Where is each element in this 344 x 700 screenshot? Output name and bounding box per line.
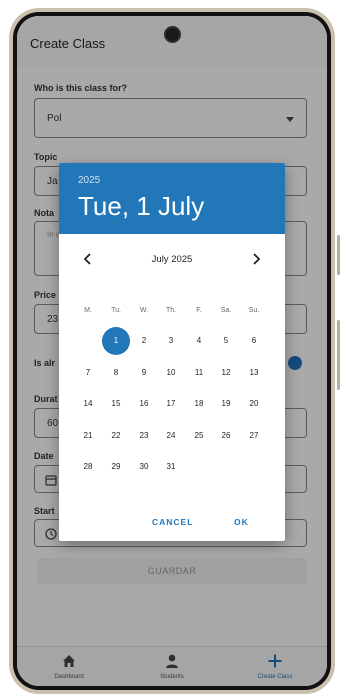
calendar-day-label: 2: [141, 336, 147, 345]
calendar-day-label: 21: [83, 430, 93, 440]
calendar-day[interactable]: 6: [240, 327, 268, 355]
calendar-day[interactable]: 29: [102, 453, 130, 481]
cancel-button[interactable]: CANCEL: [152, 517, 193, 527]
calendar-day-label: 3: [168, 336, 174, 345]
weekday-label: Tu.: [111, 307, 121, 314]
calendar-day[interactable]: 2: [130, 327, 158, 355]
chevron-right-icon: [253, 253, 261, 265]
calendar-day-label: 10: [166, 367, 176, 377]
calendar-day-label: 7: [85, 367, 91, 377]
calendar-day[interactable]: 4: [185, 327, 213, 355]
weekday-label: Th.: [165, 307, 177, 314]
calendar-day-label: 5: [223, 336, 229, 345]
date-picker-dialog: 2025 Tue, 1 July July 2025 M. Tu. W. Th. F. S…: [59, 163, 285, 541]
calendar-day[interactable]: 21: [74, 422, 102, 450]
calendar-day-label: 12: [221, 367, 231, 377]
calendar-day-label: 29: [111, 462, 121, 471]
month-navigation: July 2025: [59, 249, 285, 269]
calendar-day-label: 19: [221, 399, 231, 408]
calendar-day[interactable]: 16: [130, 390, 158, 418]
calendar-day[interactable]: 24: [157, 422, 185, 450]
calendar-day[interactable]: 25: [185, 422, 213, 450]
calendar-day[interactable]: 14: [74, 390, 102, 418]
calendar-day-label: 23: [139, 430, 149, 440]
calendar-day-label: 30: [139, 462, 149, 471]
calendar-day-label: 31: [166, 462, 176, 471]
calendar-day-label: 13: [249, 367, 259, 377]
calendar-day[interactable]: 30: [130, 453, 158, 481]
calendar-day[interactable]: 8: [102, 359, 130, 387]
power-button: [337, 320, 340, 390]
calendar-day-label: 6: [251, 336, 257, 345]
calendar-day-label: 4: [196, 336, 202, 345]
calendar-day-label: 27: [249, 430, 259, 440]
calendar-day-label: 22: [111, 430, 121, 440]
calendar-day[interactable]: 20: [240, 390, 268, 418]
weekday-label: W.: [139, 307, 149, 314]
calendar-day-label: 16: [139, 399, 149, 408]
calendar-day-label: 17: [166, 399, 176, 408]
weekday-label: M.: [84, 307, 92, 314]
next-month-button[interactable]: [246, 249, 266, 269]
weekday-label: Sa.: [220, 307, 232, 314]
calendar-day-label: 14: [83, 399, 93, 408]
calendar-day-label: 25: [194, 430, 204, 440]
calendar-day[interactable]: 5: [212, 327, 240, 355]
calendar-day[interactable]: 10: [157, 359, 185, 387]
weekday-label: Su.: [248, 307, 260, 314]
calendar-day-label: 15: [111, 399, 121, 408]
calendar-day-label: 18: [194, 399, 204, 408]
calendar-day[interactable]: 3: [157, 327, 185, 355]
calendar-day[interactable]: 18: [185, 390, 213, 418]
weekday-label: F.: [196, 307, 202, 314]
calendar-day[interactable]: 19: [212, 390, 240, 418]
calendar-day-label: 20: [249, 399, 259, 408]
calendar-day[interactable]: 27: [240, 422, 268, 450]
calendar-day[interactable]: 26: [212, 422, 240, 450]
calendar-day-label: 26: [221, 430, 231, 440]
selected-date-label: Tue, 1 July: [78, 191, 205, 221]
selected-day[interactable]: 1: [102, 327, 130, 355]
calendar-day-label: 28: [83, 462, 93, 471]
calendar-day[interactable]: 7: [74, 359, 102, 387]
calendar-day[interactable]: 9: [130, 359, 158, 387]
calendar-day[interactable]: 31: [157, 453, 185, 481]
year-label[interactable]: 2025: [78, 175, 100, 186]
calendar-day[interactable]: 12: [212, 359, 240, 387]
camera-icon: [164, 26, 181, 43]
calendar-day[interactable]: 28: [74, 453, 102, 481]
calendar-day-label: 1: [113, 336, 119, 345]
screen: Create Class Who is this class for? Pol …: [17, 16, 327, 686]
volume-button: [337, 235, 340, 275]
calendar-day-label: 8: [113, 367, 119, 377]
ok-button[interactable]: OK: [234, 517, 249, 527]
calendar-day-label: 11: [194, 367, 204, 377]
calendar-day[interactable]: 22: [102, 422, 130, 450]
calendar-day-label: 9: [141, 367, 147, 377]
calendar-day-label: 24: [166, 430, 176, 440]
calendar-day[interactable]: 23: [130, 422, 158, 450]
date-picker-header: 2025 Tue, 1 July: [59, 163, 285, 234]
calendar-day[interactable]: 15: [102, 390, 130, 418]
calendar-day[interactable]: 17: [157, 390, 185, 418]
calendar-day[interactable]: 11: [185, 359, 213, 387]
calendar-day[interactable]: 13: [240, 359, 268, 387]
